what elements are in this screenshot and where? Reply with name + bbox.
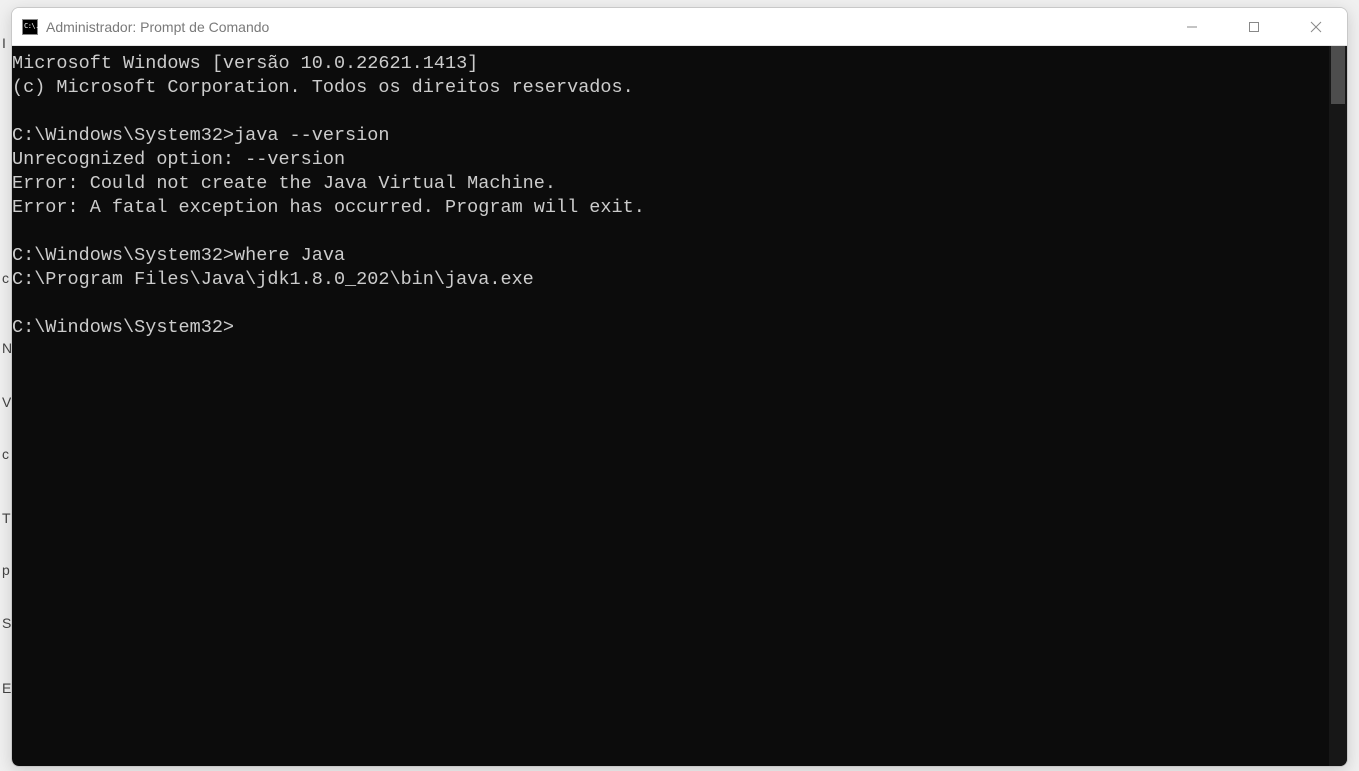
window-title: Administrador: Prompt de Comando xyxy=(46,19,1161,35)
cmd-icon: C:\. xyxy=(22,19,38,35)
background-glyph: c xyxy=(2,270,9,286)
maximize-button[interactable] xyxy=(1223,8,1285,45)
maximize-icon xyxy=(1248,21,1260,33)
background-glyph: p xyxy=(2,562,10,578)
terminal-line: C:\Windows\System32>java --version xyxy=(12,124,1329,148)
background-glyph: I xyxy=(2,35,6,51)
close-icon xyxy=(1310,21,1322,33)
background-glyph: T xyxy=(2,510,11,526)
close-button[interactable] xyxy=(1285,8,1347,45)
terminal-line: Error: Could not create the Java Virtual… xyxy=(12,172,1329,196)
minimize-button[interactable] xyxy=(1161,8,1223,45)
terminal-line: C:\Windows\System32> xyxy=(12,316,1329,340)
terminal-line: (c) Microsoft Corporation. Todos os dire… xyxy=(12,76,1329,100)
background-glyph: S xyxy=(2,615,11,631)
terminal-line xyxy=(12,100,1329,124)
terminal-line: Unrecognized option: --version xyxy=(12,148,1329,172)
terminal-content[interactable]: Microsoft Windows [versão 10.0.22621.141… xyxy=(12,46,1329,766)
terminal-area[interactable]: Microsoft Windows [versão 10.0.22621.141… xyxy=(12,46,1347,766)
command-prompt-window: C:\. Administrador: Prompt de Comando Mi… xyxy=(11,7,1348,767)
terminal-line: C:\Windows\System32>where Java xyxy=(12,244,1329,268)
titlebar[interactable]: C:\. Administrador: Prompt de Comando xyxy=(12,8,1347,46)
terminal-line xyxy=(12,220,1329,244)
vertical-scrollbar[interactable] xyxy=(1329,46,1347,766)
minimize-icon xyxy=(1186,21,1198,33)
window-controls xyxy=(1161,8,1347,45)
terminal-line: Microsoft Windows [versão 10.0.22621.141… xyxy=(12,52,1329,76)
terminal-line xyxy=(12,292,1329,316)
background-glyph: c xyxy=(2,446,9,462)
terminal-line: Error: A fatal exception has occurred. P… xyxy=(12,196,1329,220)
background-glyph: E xyxy=(2,680,11,696)
terminal-line: C:\Program Files\Java\jdk1.8.0_202\bin\j… xyxy=(12,268,1329,292)
scrollbar-thumb[interactable] xyxy=(1331,46,1345,104)
background-glyph: V xyxy=(2,394,11,410)
